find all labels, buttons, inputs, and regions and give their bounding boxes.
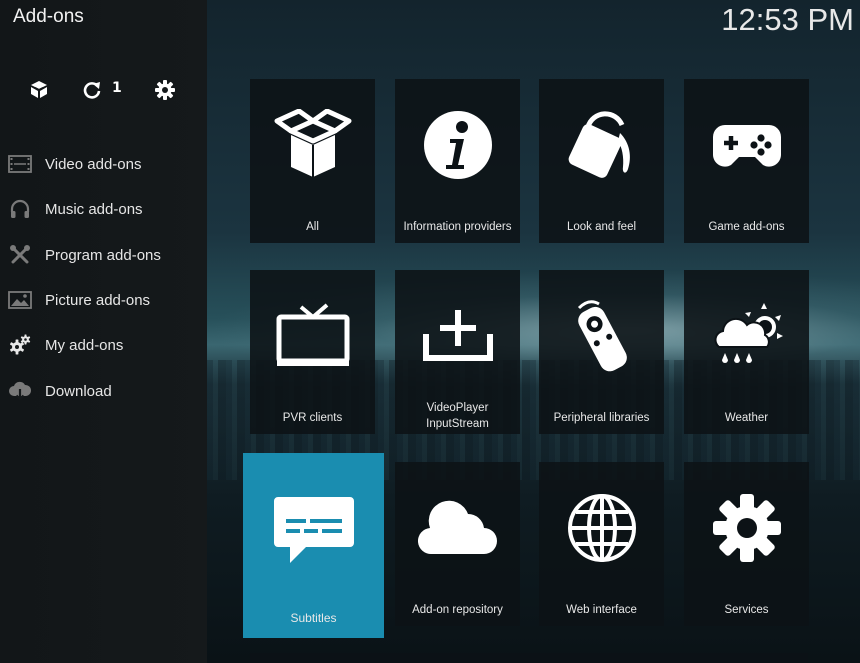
tile-add-on-repository[interactable]: Add-on repository bbox=[395, 462, 520, 626]
updates-count: 1 bbox=[112, 80, 122, 96]
film-strip-icon bbox=[8, 152, 32, 176]
tile-look-and-feel[interactable]: Look and feel bbox=[539, 79, 664, 243]
tile-services[interactable]: Services bbox=[684, 462, 809, 626]
sidebar-item-label: Video add-ons bbox=[45, 155, 142, 173]
globe-icon bbox=[539, 488, 664, 568]
gamepad-icon bbox=[684, 105, 809, 185]
open-box-icon[interactable] bbox=[27, 78, 51, 102]
cloud-download-icon bbox=[8, 379, 32, 403]
tile-label: Web interface bbox=[566, 604, 637, 616]
tile-label: All bbox=[306, 221, 319, 233]
sidebar-item-program-add-ons[interactable]: Program add-ons bbox=[0, 235, 207, 275]
clock: 12:53 PM bbox=[721, 2, 854, 37]
sidebar-item-music-add-ons[interactable]: Music add-ons bbox=[0, 189, 207, 229]
tile-all[interactable]: All bbox=[250, 79, 375, 243]
cloud-icon bbox=[395, 488, 520, 568]
tile-label: Peripheral libraries bbox=[553, 412, 650, 424]
sidebar-item-label: Music add-ons bbox=[45, 200, 143, 218]
sidebar-toolbar: 1 bbox=[0, 78, 207, 104]
sidebar-item-my-add-ons[interactable]: My add-ons bbox=[0, 325, 207, 365]
sidebar-item-label: My add-ons bbox=[45, 336, 124, 354]
tile-information-providers[interactable]: Information providers bbox=[395, 79, 520, 243]
tile-game-add-ons[interactable]: Game add-ons bbox=[684, 79, 809, 243]
sidebar-item-label: Picture add-ons bbox=[45, 291, 151, 309]
tile-label: PVR clients bbox=[282, 412, 343, 424]
tile-label: VideoPlayer InputStream bbox=[426, 402, 489, 430]
tile-label: Add-on repository bbox=[412, 604, 503, 616]
tile-label: Information providers bbox=[403, 221, 512, 233]
tile-web-interface[interactable]: Web interface bbox=[539, 462, 664, 626]
sidebar-item-picture-add-ons[interactable]: Picture add-ons bbox=[0, 280, 207, 320]
sidebar-item-download[interactable]: Download bbox=[0, 371, 207, 411]
gear-icon[interactable] bbox=[153, 78, 177, 102]
info-icon bbox=[395, 105, 520, 185]
gears-icon bbox=[8, 333, 32, 357]
tile-subtitles[interactable]: Subtitles bbox=[243, 453, 384, 638]
tile-label: Look and feel bbox=[566, 221, 637, 233]
tile-weather[interactable]: Weather bbox=[684, 270, 809, 434]
open-box-icon bbox=[250, 105, 375, 185]
tile-peripheral-libraries[interactable]: Peripheral libraries bbox=[539, 270, 664, 434]
page-title: Add-ons bbox=[13, 6, 84, 27]
tools-icon bbox=[8, 243, 32, 267]
weather-icon bbox=[684, 296, 809, 376]
speech-bubble-icon bbox=[243, 491, 384, 571]
sidebar-item-label: Download bbox=[45, 382, 112, 400]
refresh-icon[interactable] bbox=[80, 78, 104, 102]
next-row-tiles-edge bbox=[250, 653, 808, 663]
gear-icon bbox=[684, 488, 809, 568]
tile-label: Services bbox=[724, 604, 769, 616]
tile-label: Weather bbox=[724, 412, 769, 424]
sidebar-item-label: Program add-ons bbox=[45, 246, 161, 264]
headphones-icon bbox=[8, 197, 32, 221]
tile-pvr-clients[interactable]: PVR clients bbox=[250, 270, 375, 434]
tray-add-icon bbox=[395, 296, 520, 376]
tile-label: Game add-ons bbox=[708, 221, 785, 233]
sidebar-item-video-add-ons[interactable]: Video add-ons bbox=[0, 144, 207, 184]
remote-control-icon bbox=[539, 296, 664, 376]
paint-bucket-icon bbox=[539, 105, 664, 185]
picture-icon bbox=[8, 288, 32, 312]
tv-icon bbox=[250, 296, 375, 376]
tile-videoplayer-inputstream[interactable]: VideoPlayer InputStream bbox=[395, 270, 520, 434]
tile-label: Subtitles bbox=[290, 611, 337, 625]
